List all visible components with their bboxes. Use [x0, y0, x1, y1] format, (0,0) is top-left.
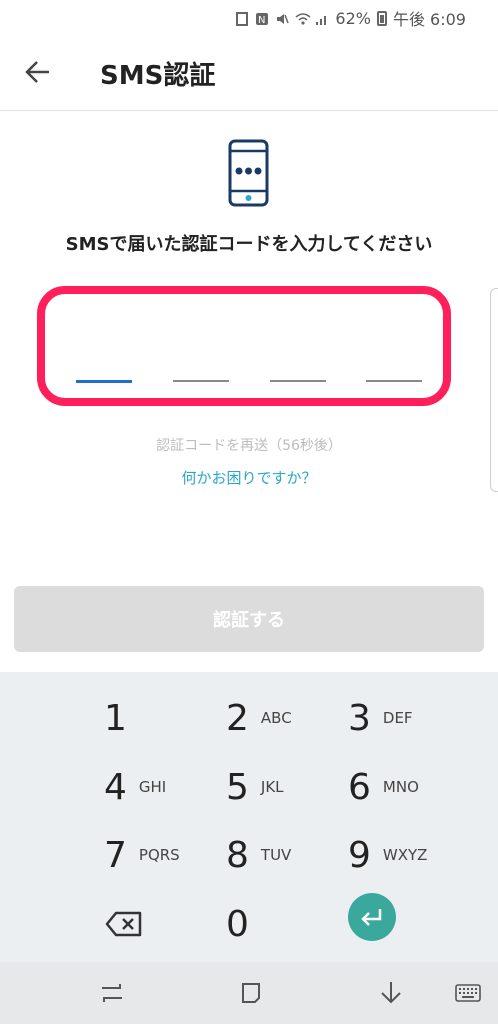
back-button[interactable]	[18, 54, 58, 90]
key-number: 7	[104, 834, 127, 876]
page-title: SMS認証	[100, 61, 216, 91]
home-icon	[242, 983, 260, 1003]
key-5[interactable]: 5 JKL	[226, 757, 346, 817]
code-input-box[interactable]	[37, 286, 451, 406]
help-link[interactable]: 何かお困りですか？	[0, 467, 498, 488]
key-number: 0	[226, 903, 249, 945]
svg-text:N: N	[258, 15, 265, 26]
key-letters: JKL	[260, 778, 284, 796]
arrow-left-icon	[25, 61, 49, 83]
key-0[interactable]: 0	[226, 894, 266, 954]
key-letters: MNO	[382, 778, 419, 796]
key-number: 8	[226, 834, 249, 876]
key-6[interactable]: 6 MNO	[348, 757, 468, 817]
wifi-icon	[295, 11, 311, 25]
phone-sms-icon	[228, 139, 269, 207]
enter-key[interactable]	[348, 893, 396, 941]
mute-icon	[275, 11, 290, 25]
key-number: 4	[104, 766, 127, 808]
resend-code-link: 認証コードを再送（56秒後）	[156, 438, 342, 454]
key-number: 1	[104, 697, 127, 739]
scroll-handle[interactable]	[490, 288, 498, 492]
key-9[interactable]: 9 WXYZ	[348, 825, 468, 885]
key-number: 9	[348, 834, 371, 876]
instruction-text: SMSで届いた認証コードを入力してください	[65, 234, 433, 255]
key-letters: WXYZ	[382, 846, 428, 864]
key-8[interactable]: 8 TUV	[226, 825, 346, 885]
numeric-keyboard: 1 2 ABC 3 DEF 4 GHI 5 JKL 6 MNO 7 PQRS 8…	[0, 672, 498, 962]
battery-percent: 62%	[335, 8, 371, 28]
key-2[interactable]: 2 ABC	[226, 688, 346, 748]
code-digit-1[interactable]	[76, 380, 132, 383]
key-7[interactable]: 7 PQRS	[104, 825, 224, 885]
key-1[interactable]: 1	[104, 688, 224, 748]
enter-icon	[361, 909, 382, 926]
nfc-icon: N	[255, 11, 269, 26]
key-3[interactable]: 3 DEF	[348, 688, 468, 748]
keyboard-switch-button[interactable]	[451, 976, 485, 1010]
keyboard-icon	[455, 984, 481, 1002]
status-bar: N 62% 午後 6:09	[0, 0, 498, 34]
back-nav-button[interactable]	[374, 976, 408, 1010]
app-header: SMS認証	[0, 34, 498, 111]
backspace-key[interactable]	[104, 894, 148, 954]
verify-button[interactable]: 認証する	[14, 586, 484, 652]
key-number: 2	[226, 697, 249, 739]
key-letters: ABC	[260, 709, 292, 727]
key-letters: DEF	[382, 709, 413, 727]
key-letters: TUV	[260, 846, 292, 864]
key-4[interactable]: 4 GHI	[104, 757, 224, 817]
code-digit-4[interactable]	[366, 380, 422, 382]
sim-icon	[235, 11, 249, 26]
key-letters: GHI	[138, 778, 167, 796]
recent-apps-icon	[102, 984, 122, 1002]
recent-apps-button[interactable]	[95, 976, 129, 1010]
key-letters: PQRS	[138, 846, 180, 864]
chevron-down-icon	[381, 982, 401, 1004]
navigation-bar	[0, 962, 498, 1024]
key-number: 5	[226, 766, 249, 808]
key-number: 3	[348, 697, 371, 739]
signal-icon	[315, 11, 329, 25]
code-digit-3[interactable]	[270, 380, 326, 382]
battery-icon	[376, 10, 387, 26]
backspace-icon	[105, 911, 142, 937]
home-button[interactable]	[234, 976, 268, 1010]
code-digit-2[interactable]	[173, 380, 229, 382]
status-icons: N 62% 午後 6:09	[235, 6, 466, 30]
key-number: 6	[348, 766, 371, 808]
status-time: 午後 6:09	[392, 10, 466, 29]
